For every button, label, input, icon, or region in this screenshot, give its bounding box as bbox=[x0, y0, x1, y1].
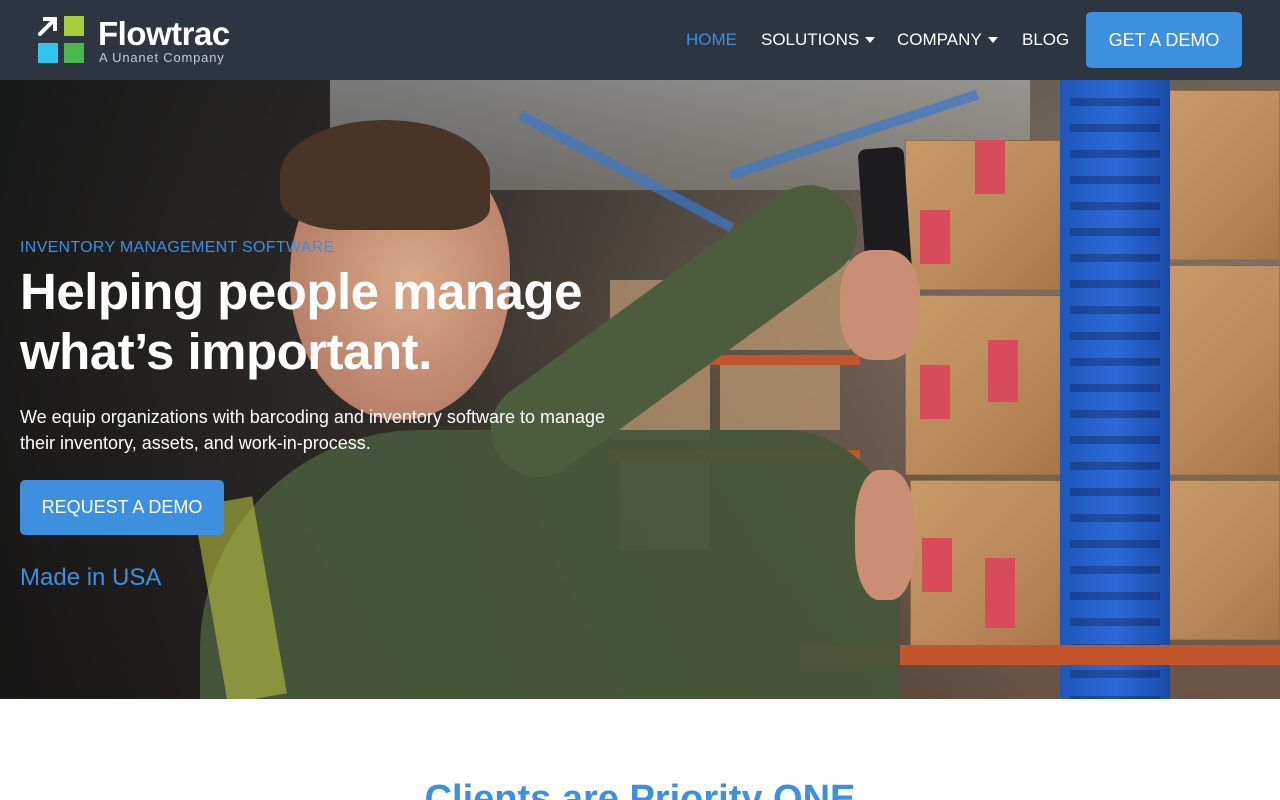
nav-item-company[interactable]: COMPANY bbox=[897, 30, 998, 50]
cardboard-box bbox=[1165, 90, 1280, 260]
worker-hand bbox=[840, 250, 920, 360]
logo-square-cyan bbox=[38, 43, 58, 63]
box-label bbox=[920, 210, 950, 264]
logo-tagline: A Unanet Company bbox=[99, 50, 225, 65]
box-label bbox=[988, 340, 1018, 402]
logo-arrow-icon bbox=[37, 16, 58, 37]
caret-down-icon bbox=[987, 37, 998, 43]
logo-mark-icon bbox=[37, 16, 84, 64]
background-box bbox=[720, 360, 840, 430]
request-demo-button[interactable]: REQUEST A DEMO bbox=[20, 480, 224, 535]
logo-square-green bbox=[64, 43, 84, 63]
worker-hair bbox=[280, 120, 490, 230]
nav-item-label: SOLUTIONS bbox=[761, 30, 860, 49]
nav-item-solutions[interactable]: SOLUTIONS bbox=[761, 30, 876, 50]
hero-headline: Helping people manage what’s important. bbox=[20, 263, 582, 380]
cardboard-box bbox=[1165, 265, 1280, 475]
site-header: Flowtrac A Unanet Company HOME SOLUTIONS… bbox=[0, 0, 1280, 80]
box-label bbox=[985, 558, 1015, 628]
logo-square-green-light bbox=[64, 16, 84, 36]
caret-down-icon bbox=[865, 37, 876, 43]
hero-description: We equip organizations with barcoding an… bbox=[20, 407, 606, 453]
hero-eyebrow: INVENTORY MANAGEMENT SOFTWARE bbox=[20, 239, 335, 256]
nav-item-blog[interactable]: BLOG bbox=[1022, 30, 1069, 50]
box-label bbox=[922, 538, 952, 592]
clients-section-title: Clients are Priority ONE bbox=[424, 778, 856, 800]
flowtrac-logo[interactable]: Flowtrac A Unanet Company bbox=[37, 15, 248, 66]
hero-background-image bbox=[0, 80, 1280, 699]
box-label bbox=[975, 140, 1005, 194]
made-in-usa-tagline: Made in USA bbox=[20, 564, 162, 591]
logo-wordmark: Flowtrac bbox=[98, 15, 230, 52]
get-demo-button[interactable]: GET A DEMO bbox=[1086, 12, 1242, 68]
nav-item-home[interactable]: HOME bbox=[686, 30, 737, 50]
box-label bbox=[920, 365, 950, 419]
nav-item-label: BLOG bbox=[1022, 30, 1070, 49]
nav-item-label: COMPANY bbox=[897, 30, 982, 49]
worker-hand bbox=[855, 470, 915, 600]
hero-section: INVENTORY MANAGEMENT SOFTWARE Helping pe… bbox=[0, 80, 1280, 699]
nav-item-label: HOME bbox=[686, 30, 737, 49]
blue-shelf-upright bbox=[1060, 80, 1170, 699]
cardboard-box bbox=[1165, 480, 1280, 640]
